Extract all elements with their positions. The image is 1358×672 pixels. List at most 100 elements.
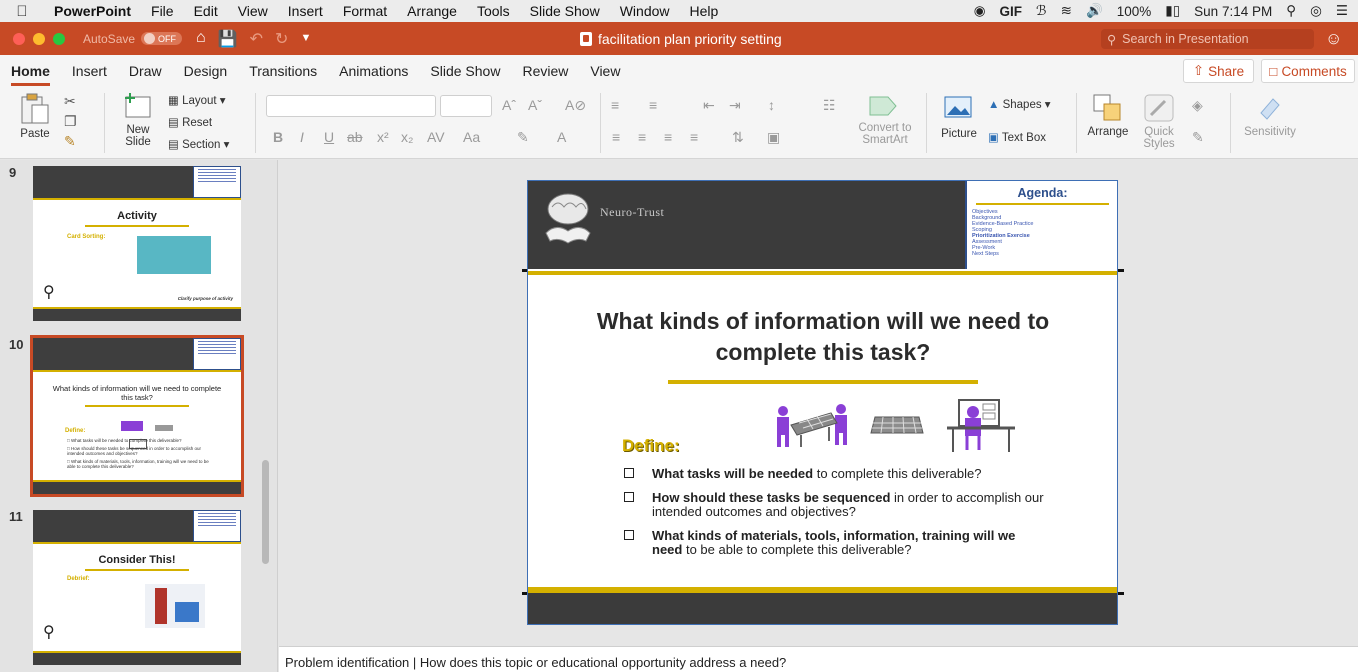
- current-slide[interactable]: Neuro-Trust Agenda: Objectives Backgroun…: [527, 180, 1118, 625]
- minimize-window-button[interactable]: [33, 32, 45, 45]
- speaker-notes[interactable]: Problem identification | How does this t…: [279, 646, 1358, 672]
- paste-button[interactable]: Paste: [13, 93, 57, 140]
- tab-view[interactable]: View: [590, 57, 620, 85]
- font-name-field[interactable]: [266, 95, 436, 117]
- line-spacing-icon[interactable]: ↕: [768, 97, 775, 113]
- quick-styles-button[interactable]: Quick Styles: [1138, 93, 1180, 150]
- reset-button[interactable]: ▤ Reset: [168, 115, 212, 129]
- shapes-button[interactable]: ▲ Shapes ▾: [988, 97, 1051, 111]
- text-direction-icon[interactable]: ⇅: [732, 129, 744, 146]
- menu-insert[interactable]: Insert: [278, 3, 333, 19]
- decrease-indent-icon[interactable]: ⇤: [703, 97, 715, 114]
- menu-edit[interactable]: Edit: [184, 3, 228, 19]
- menu-file[interactable]: File: [141, 3, 184, 19]
- apple-icon[interactable]: : [0, 3, 44, 20]
- menu-view[interactable]: View: [228, 3, 278, 19]
- customize-toolbar-icon[interactable]: ▼: [300, 29, 311, 49]
- menu-arrange[interactable]: Arrange: [397, 3, 467, 19]
- shape-fill-icon[interactable]: ◈: [1192, 97, 1203, 114]
- format-painter-icon[interactable]: ✎: [64, 133, 76, 150]
- slide-thumbnail-10[interactable]: What kinds of information will we need t…: [30, 335, 244, 497]
- slide-title[interactable]: What kinds of information will we need t…: [568, 306, 1078, 368]
- superscript-icon[interactable]: x²: [377, 129, 389, 145]
- increase-font-size-icon[interactable]: Aˆ: [502, 97, 516, 113]
- share-button[interactable]: ⇧ Share: [1183, 59, 1254, 83]
- align-left-icon[interactable]: ≡: [612, 129, 620, 145]
- redo-icon[interactable]: ↻: [275, 29, 288, 49]
- align-text-icon[interactable]: ▣: [767, 129, 780, 146]
- justify-icon[interactable]: ≡: [690, 129, 698, 145]
- sensitivity-button[interactable]: Sensitivity: [1240, 93, 1300, 138]
- layout-button[interactable]: ▦ Layout ▾: [168, 93, 226, 107]
- menu-window[interactable]: Window: [610, 3, 680, 19]
- arrange-button[interactable]: Arrange: [1086, 93, 1130, 138]
- battery-icon[interactable]: ▮▯: [1165, 3, 1180, 19]
- strikethrough-icon[interactable]: ab: [347, 129, 363, 145]
- cut-icon[interactable]: ✂: [64, 93, 76, 110]
- bullets-icon[interactable]: ≡: [611, 97, 619, 113]
- close-window-button[interactable]: [13, 32, 25, 45]
- numbering-icon[interactable]: ≡: [649, 97, 657, 113]
- increase-indent-icon[interactable]: ⇥: [729, 97, 741, 114]
- feedback-smiley-icon[interactable]: ☺: [1325, 29, 1342, 49]
- decrease-font-size-icon[interactable]: Aˇ: [528, 97, 542, 113]
- shape-outline-icon[interactable]: ✎: [1192, 129, 1204, 146]
- font-size-field[interactable]: [440, 95, 492, 117]
- new-slide-button[interactable]: New Slide: [116, 91, 160, 148]
- battery-percent[interactable]: 100%: [1117, 4, 1152, 19]
- autosave-toggle[interactable]: OFF: [141, 32, 183, 45]
- character-spacing-icon[interactable]: AV: [427, 129, 445, 145]
- align-center-icon[interactable]: ≡: [638, 129, 646, 145]
- comments-button[interactable]: □ Comments: [1261, 59, 1355, 83]
- clock[interactable]: Sun 7:14 PM: [1194, 4, 1272, 19]
- slide-thumbnail-9[interactable]: Activity Card Sorting: ⚲ Clarify purpose…: [33, 166, 241, 321]
- underline-icon[interactable]: U: [324, 129, 334, 145]
- change-case-icon[interactable]: Aa: [463, 129, 480, 145]
- italic-icon[interactable]: I: [300, 129, 304, 145]
- bullet-list[interactable]: What tasks will be needed to complete th…: [624, 467, 1044, 567]
- undo-icon[interactable]: ↶: [250, 29, 263, 49]
- menu-slide-show[interactable]: Slide Show: [520, 3, 610, 19]
- menu-app-name[interactable]: PowerPoint: [44, 3, 141, 19]
- search-in-presentation[interactable]: ⚲ Search in Presentation: [1101, 29, 1314, 49]
- tab-slide-show[interactable]: Slide Show: [430, 57, 500, 85]
- section-button[interactable]: ▤ Section ▾: [168, 137, 229, 151]
- tab-insert[interactable]: Insert: [72, 57, 107, 85]
- bold-icon[interactable]: B: [273, 129, 283, 145]
- tab-draw[interactable]: Draw: [129, 57, 162, 85]
- autosave-control[interactable]: AutoSave OFF: [83, 32, 183, 46]
- clear-formatting-icon[interactable]: A⊘: [565, 97, 586, 114]
- tab-home[interactable]: Home: [11, 57, 50, 86]
- align-right-icon[interactable]: ≡: [664, 129, 672, 145]
- menu-help[interactable]: Help: [680, 3, 729, 19]
- menu-format[interactable]: Format: [333, 3, 397, 19]
- thumb-caption: Clarify purpose of activity: [177, 296, 233, 301]
- picture-button[interactable]: Picture: [936, 95, 982, 140]
- tab-design[interactable]: Design: [184, 57, 228, 85]
- copy-icon[interactable]: ❐: [64, 113, 77, 130]
- siri-icon[interactable]: ◎: [1310, 3, 1322, 19]
- home-icon[interactable]: ⌂: [196, 29, 206, 49]
- wifi-icon[interactable]: ≋: [1061, 3, 1072, 19]
- menu-tools[interactable]: Tools: [467, 3, 520, 19]
- tab-animations[interactable]: Animations: [339, 57, 408, 85]
- font-color-icon[interactable]: A: [557, 129, 566, 145]
- gif-icon[interactable]: GIF: [1000, 4, 1023, 19]
- convert-to-smartart-button[interactable]: Convert to SmartArt: [852, 93, 918, 146]
- text-box-button[interactable]: ▣ Text Box: [988, 130, 1046, 144]
- menu-bar:  PowerPoint File Edit View Insert Forma…: [0, 0, 1358, 22]
- thumbnail-scrollbar[interactable]: [262, 460, 269, 564]
- zoom-window-button[interactable]: [53, 32, 65, 45]
- save-icon[interactable]: 💾: [218, 29, 238, 49]
- tab-transitions[interactable]: Transitions: [249, 57, 317, 85]
- notification-center-icon[interactable]: ☰: [1336, 3, 1348, 19]
- tab-review[interactable]: Review: [522, 57, 568, 85]
- slide-thumbnail-11[interactable]: Consider This! Debrief: ⚲: [33, 510, 241, 665]
- volume-icon[interactable]: 🔊: [1086, 3, 1103, 19]
- subscript-icon[interactable]: x₂: [401, 129, 413, 145]
- bluetooth-icon[interactable]: ℬ: [1036, 3, 1047, 19]
- highlight-icon[interactable]: ✎: [517, 129, 529, 146]
- spotlight-search-icon[interactable]: ⚲: [1286, 3, 1296, 19]
- columns-icon[interactable]: ☷: [823, 97, 836, 114]
- creative-cloud-icon[interactable]: ◉: [974, 3, 986, 19]
